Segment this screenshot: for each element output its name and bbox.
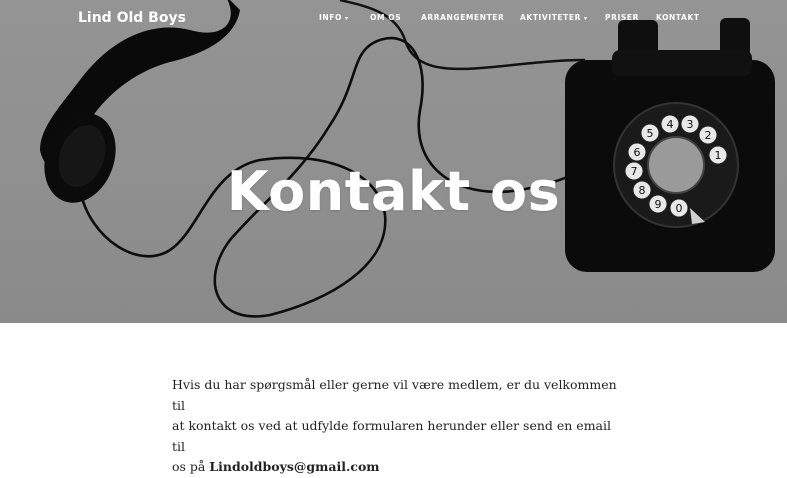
intro-prefix: os på xyxy=(172,459,210,474)
nav-item-label: AKTIVITETER xyxy=(520,13,581,22)
intro-line: at kontakt os ved at udfylde formularen … xyxy=(172,418,612,454)
nav-item-info[interactable]: INFO ▾ xyxy=(319,13,349,22)
page-title: Kontakt os xyxy=(226,160,561,224)
nav-item-label: INFO xyxy=(319,13,342,22)
caret-down-icon: ▾ xyxy=(344,15,349,22)
svg-text:4: 4 xyxy=(667,118,674,131)
email-address[interactable]: Lindoldboys@gmail.com xyxy=(209,459,379,474)
svg-text:3: 3 xyxy=(687,118,694,131)
nav-menu: INFO ▾ OM OS ARRANGEMENTER AKTIVITETER ▾ P… xyxy=(0,13,787,27)
nav-item-arrangementer[interactable]: ARRANGEMENTER xyxy=(421,13,504,22)
svg-text:2: 2 xyxy=(705,129,712,142)
nav-item-kontakt[interactable]: KONTAKT xyxy=(656,13,700,22)
contact-intro: Hvis du har spørgsmål eller gerne vil væ… xyxy=(172,375,622,478)
hero-banner: 543 21 67 890 Kontakt os xyxy=(0,0,787,323)
nav-item-om-os[interactable]: OM OS xyxy=(370,13,401,22)
intro-line: os på Lindoldboys@gmail.com xyxy=(172,457,622,478)
nav-item-priser[interactable]: PRISER xyxy=(605,13,639,22)
caret-down-icon: ▾ xyxy=(583,15,588,22)
svg-text:5: 5 xyxy=(647,127,654,140)
svg-text:6: 6 xyxy=(634,146,641,159)
intro-line: Hvis du har spørgsmål eller gerne vil væ… xyxy=(172,377,617,413)
nav-item-aktiviteter[interactable]: AKTIVITETER ▾ xyxy=(520,13,588,22)
top-navbar: Lind Old Boys INFO ▾ OM OS ARRANGEMENTER … xyxy=(0,0,787,36)
